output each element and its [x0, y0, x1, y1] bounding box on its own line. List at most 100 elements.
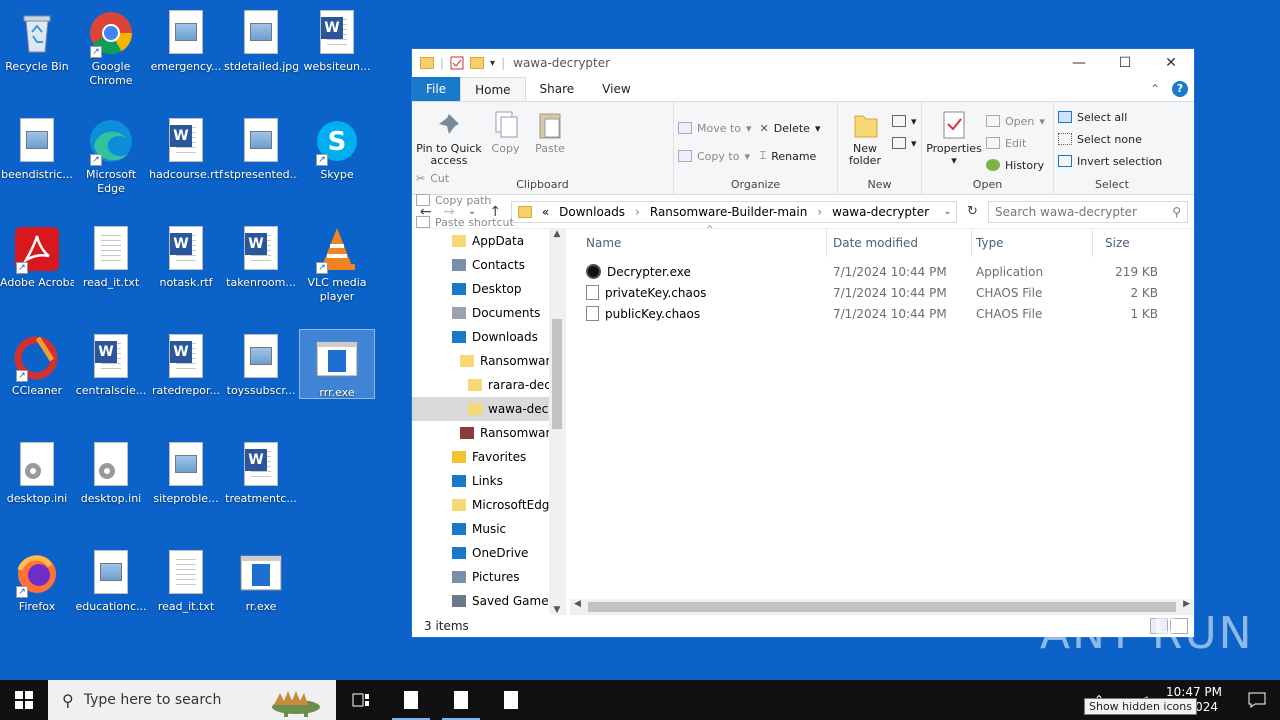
- nav-item[interactable]: wawa-decry: [412, 397, 565, 421]
- nav-item[interactable]: Music: [412, 517, 565, 541]
- desktop-icon-toyssubscr[interactable]: toyssubscr...: [224, 328, 298, 398]
- help-icon[interactable]: ?: [1172, 81, 1188, 97]
- open-button[interactable]: Open ▾: [986, 110, 1045, 132]
- nav-item[interactable]: Ransomware-: [412, 349, 565, 373]
- desktop-icon-firefox[interactable]: ↗ Firefox: [0, 544, 74, 614]
- scroll-left-icon[interactable]: ◀: [574, 599, 581, 609]
- tab-view[interactable]: View: [588, 77, 644, 101]
- breadcrumb-wawa-decrypter[interactable]: wawa-decrypter: [832, 205, 929, 219]
- pin-to-quick-access-button[interactable]: Pin to Quick access: [416, 106, 482, 167]
- scroll-up-icon[interactable]: ▲: [549, 229, 565, 239]
- desktop-icon-notask[interactable]: W notask.rtf: [149, 220, 223, 290]
- breadcrumb-downloads[interactable]: Downloads: [559, 205, 625, 219]
- taskbar-search-box[interactable]: ⚲ Type here to search: [48, 680, 336, 720]
- edit-button[interactable]: Edit: [986, 132, 1045, 154]
- taskbar-app-2[interactable]: [436, 680, 486, 720]
- maximize-button[interactable]: ☐: [1102, 55, 1148, 71]
- nav-item[interactable]: Downloads: [412, 325, 565, 349]
- new-folder-button[interactable]: New folder: [842, 106, 888, 167]
- desktop-icon-centralscie[interactable]: W centralscie...: [74, 328, 148, 398]
- desktop-icon-educationc[interactable]: educationc...: [74, 544, 148, 614]
- paste-button[interactable]: Paste: [529, 106, 571, 155]
- desktop-icon-ratedrepor[interactable]: W ratedrepor...: [149, 328, 223, 398]
- move-to-button[interactable]: Move to ▾: [678, 114, 752, 142]
- desktop-icon-stdetailed[interactable]: stdetailed.jpg: [224, 4, 298, 74]
- properties-check-icon[interactable]: [450, 56, 464, 70]
- path-overflow-chevron[interactable]: «: [542, 205, 549, 219]
- column-type[interactable]: Type: [972, 236, 1092, 250]
- desktop-icon-ccleaner[interactable]: ↗ CCleaner: [0, 328, 74, 398]
- desktop-icon-skype[interactable]: S ↗ Skype: [300, 112, 374, 182]
- collapse-ribbon-icon[interactable]: ⌃: [1150, 82, 1160, 96]
- desktop-icon-treatmentc[interactable]: W treatmentc...: [224, 436, 298, 506]
- history-button[interactable]: History: [986, 154, 1045, 176]
- file-row[interactable]: Decrypter.exe 7/1/2024 10:44 PM Applicat…: [566, 261, 1194, 282]
- desktop-icon-emergency[interactable]: emergency...: [149, 4, 223, 74]
- nav-scrollbar-thumb[interactable]: [552, 319, 562, 429]
- delete-button[interactable]: ✕ Delete ▾: [760, 114, 821, 142]
- search-box[interactable]: Search wawa-decrypter ⚲: [988, 200, 1189, 223]
- address-dropdown-icon[interactable]: ⌄: [943, 206, 955, 217]
- copy-path-button[interactable]: Copy path: [416, 189, 514, 211]
- nav-scrollbar[interactable]: ▲ ▼: [549, 229, 565, 615]
- properties-button[interactable]: Properties ▾: [926, 106, 982, 176]
- new-item-button[interactable]: ▾: [892, 110, 917, 132]
- nav-item[interactable]: Links: [412, 469, 565, 493]
- file-row[interactable]: privateKey.chaos 7/1/2024 10:44 PM CHAOS…: [566, 282, 1194, 303]
- desktop-icon-microsoft-edge[interactable]: ↗ Microsoft Edge: [74, 112, 148, 196]
- refresh-icon[interactable]: ↻: [965, 204, 980, 219]
- desktop-icon-read-it-2[interactable]: read_it.txt: [149, 544, 223, 614]
- scroll-down-icon[interactable]: ▼: [549, 605, 565, 615]
- nav-item[interactable]: Pictures: [412, 565, 565, 589]
- desktop-icon-vlc[interactable]: ↗ VLC media player: [300, 220, 374, 304]
- column-name[interactable]: Name: [566, 236, 826, 250]
- nav-item[interactable]: Favorites: [412, 445, 565, 469]
- desktop-icon-desktop-ini-1[interactable]: desktop.ini: [0, 436, 74, 506]
- nav-item[interactable]: Documents: [412, 301, 565, 325]
- tab-file[interactable]: File: [412, 77, 461, 101]
- tab-share[interactable]: Share: [526, 77, 589, 101]
- file-row[interactable]: publicKey.chaos 7/1/2024 10:44 PM CHAOS …: [566, 303, 1194, 324]
- close-button[interactable]: ✕: [1148, 55, 1194, 71]
- easy-access-button[interactable]: ▾: [892, 132, 917, 154]
- desktop-icon-adobe-acrobat[interactable]: ↗ Adobe Acrobat: [0, 220, 74, 290]
- desktop-icon-beendistric[interactable]: beendistric...: [0, 112, 74, 182]
- desktop-icon-google-chrome[interactable]: ↗ Google Chrome: [74, 4, 148, 88]
- taskbar-app-3[interactable]: [486, 680, 536, 720]
- nav-item[interactable]: Saved Games: [412, 589, 565, 613]
- tab-home[interactable]: Home: [460, 77, 526, 101]
- invert-selection-button[interactable]: Invert selection: [1058, 150, 1166, 172]
- desktop-icon-rrr-exe[interactable]: rrr.exe: [299, 329, 375, 399]
- nav-item[interactable]: Ransomware-: [412, 421, 565, 445]
- taskbar-app-1[interactable]: [386, 680, 436, 720]
- nav-item[interactable]: Contacts: [412, 253, 565, 277]
- task-view-button[interactable]: [336, 680, 386, 720]
- copy-button[interactable]: Copy: [486, 106, 526, 155]
- nav-item[interactable]: OneDrive: [412, 541, 565, 565]
- desktop-icon-siteproble[interactable]: siteproble...: [149, 436, 223, 506]
- nav-item[interactable]: rarara-decry: [412, 373, 565, 397]
- address-path[interactable]: « Downloads › Ransomware-Builder-main › …: [510, 200, 957, 223]
- desktop-icon-takenroom[interactable]: W takenroom...: [224, 220, 298, 290]
- minimize-button[interactable]: —: [1056, 55, 1102, 71]
- start-button[interactable]: [0, 680, 48, 720]
- desktop-icon-desktop-ini-2[interactable]: desktop.ini: [74, 436, 148, 506]
- notifications-button[interactable]: [1234, 692, 1280, 708]
- nav-item[interactable]: MicrosoftEdge: [412, 493, 565, 517]
- desktop-icon-recycle-bin[interactable]: Recycle Bin: [0, 4, 74, 74]
- desktop-icon-stpresented[interactable]: stpresented...: [224, 112, 298, 182]
- nav-item[interactable]: AppData: [412, 229, 565, 253]
- desktop-icon-hadcourse[interactable]: W hadcourse.rtf: [149, 112, 223, 182]
- breadcrumb-ransomware-builder-main[interactable]: Ransomware-Builder-main: [650, 205, 807, 219]
- new-folder-icon[interactable]: [470, 57, 485, 69]
- copy-to-button[interactable]: Copy to ▾: [678, 142, 752, 170]
- nav-item[interactable]: Desktop: [412, 277, 565, 301]
- rename-button[interactable]: ⌶ Rename: [760, 142, 821, 170]
- desktop-icon-read-it-1[interactable]: read_it.txt: [74, 220, 148, 290]
- desktop-icon-rr-exe[interactable]: rr.exe: [224, 544, 298, 614]
- select-none-button[interactable]: Select none: [1058, 128, 1166, 150]
- column-date-modified[interactable]: Date modified: [827, 236, 971, 250]
- select-all-button[interactable]: Select all: [1058, 106, 1166, 128]
- column-size[interactable]: Size: [1093, 236, 1161, 250]
- quick-access-dropdown-icon[interactable]: ▾: [490, 58, 495, 69]
